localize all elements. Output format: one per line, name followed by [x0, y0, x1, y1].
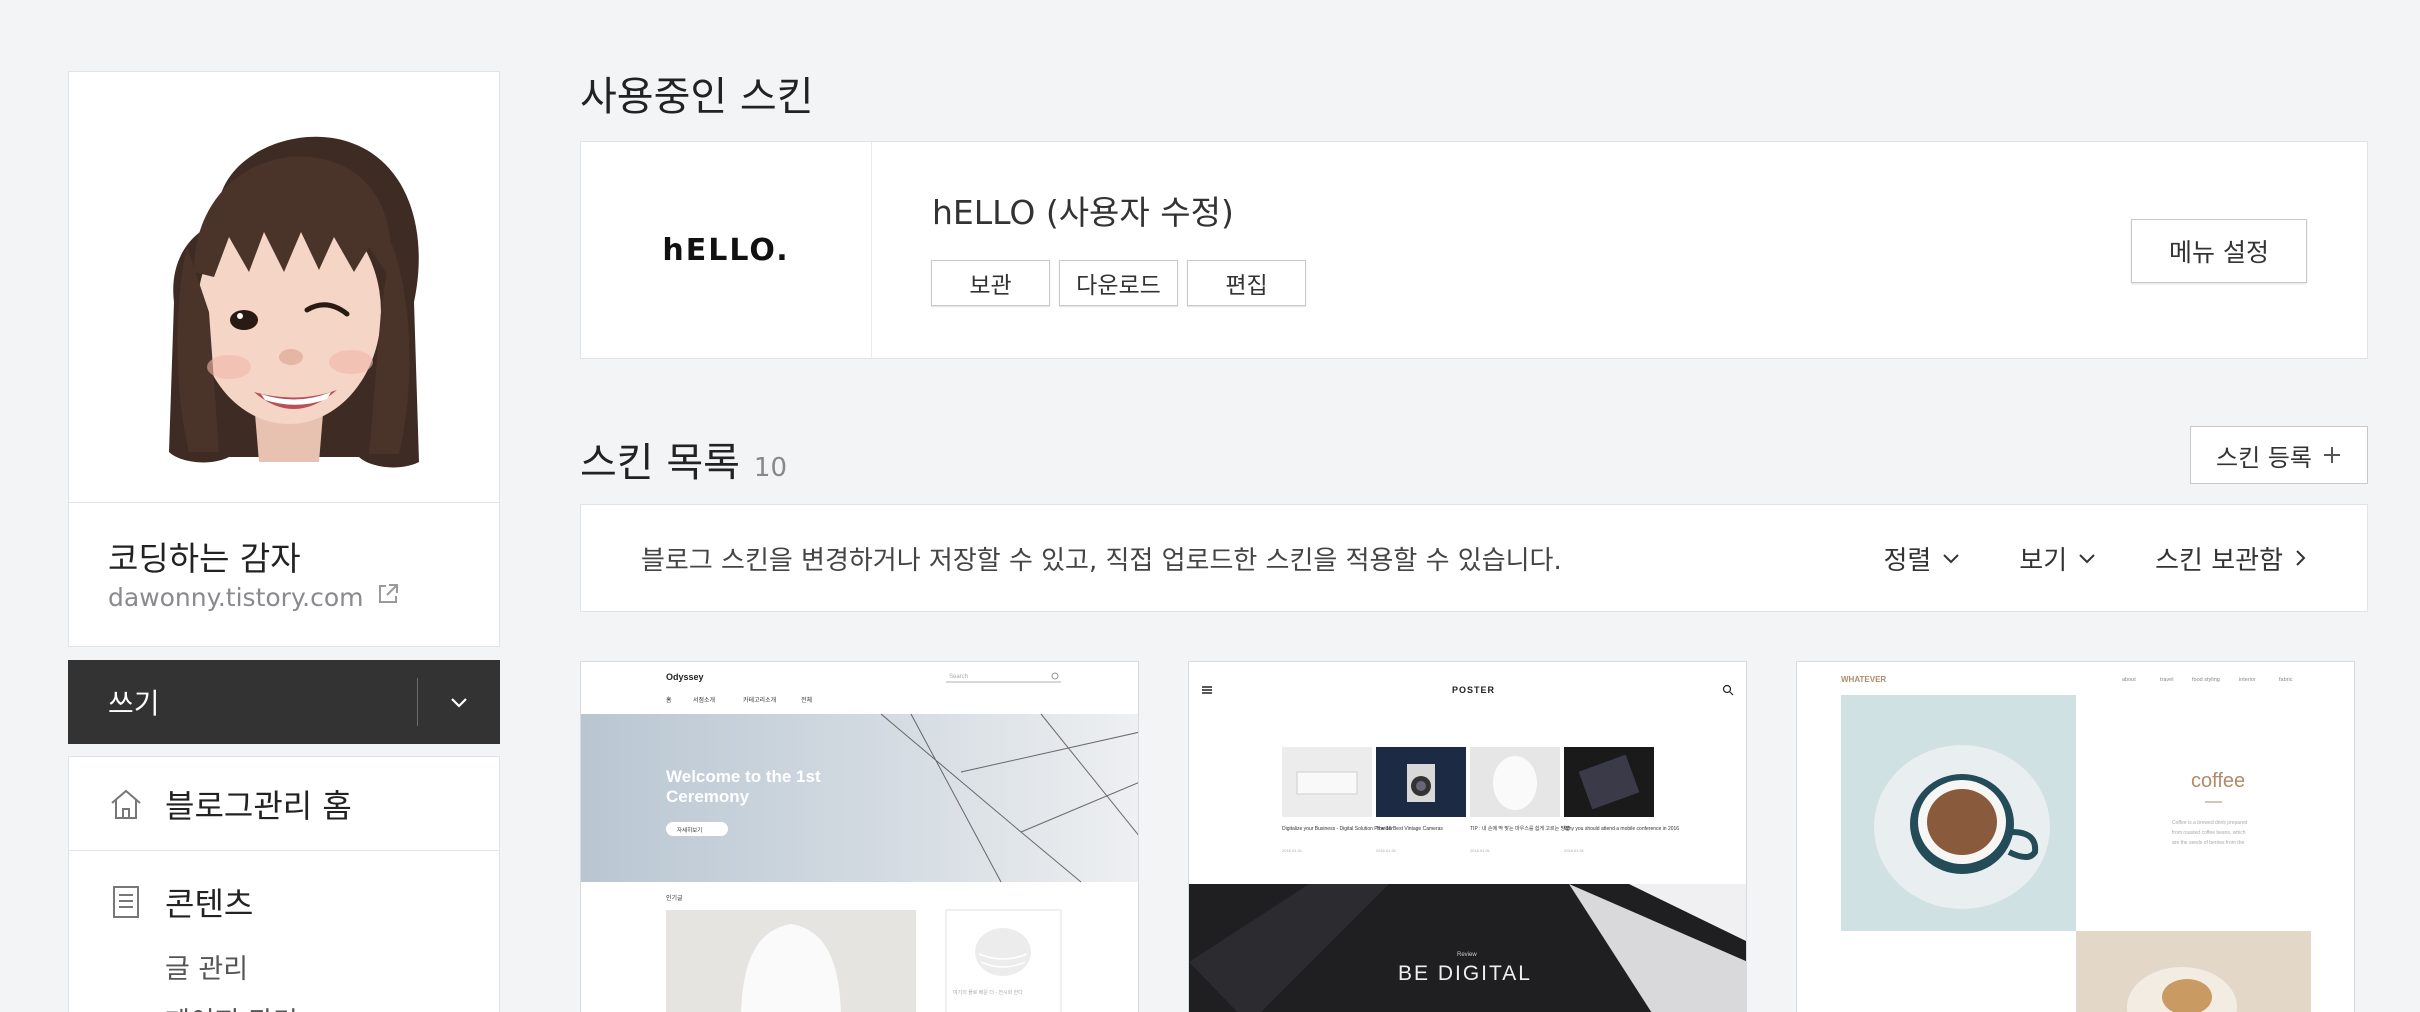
poster-hero-kicker: Review [1457, 952, 1477, 958]
skin-list-description: 블로그 스킨을 변경하거나 저장할 수 있고, 직접 업로드한 스킨을 적용할 … [641, 545, 1562, 576]
blog-url-text: dawonny.tistory.com [108, 582, 364, 612]
poster-caption-3: Why you should attend a mobile conferenc… [1564, 826, 1679, 832]
current-skin-name: hELLO (사용자 수정) [932, 193, 1234, 232]
plus-icon [2323, 447, 2340, 463]
whatever-preview: WHATEVER about travel food styling inter… [1841, 675, 2311, 1012]
skin-list-title: 스킨 목록 [580, 440, 740, 486]
hamburger-icon [1202, 686, 1212, 694]
odyssey-hero-button: 자세히보기 [677, 826, 702, 834]
edit-button[interactable]: 편집 [1187, 260, 1306, 306]
odyssey-hero-line2: Ceremony [666, 787, 750, 806]
skin-list-header: 스킨 목록 10 [580, 430, 787, 488]
skin-thumbnail-whatever[interactable]: WHATEVER about travel food styling inter… [1796, 661, 2355, 1012]
whatever-feature-text-2: are the seeds of berries from the [2172, 840, 2244, 846]
whatever-feature-title: coffee [2191, 770, 2245, 792]
chevron-down-icon [451, 698, 467, 708]
write-button[interactable]: 쓰기 [68, 682, 417, 722]
whatever-feature-text-1: from roasted coffee beans, which [2172, 830, 2246, 836]
write-bar: 쓰기 [68, 660, 500, 744]
blog-url-link[interactable]: dawonny.tistory.com [108, 582, 400, 612]
poster-hero-title: BE DIGITAL [1398, 962, 1532, 985]
write-dropdown-button[interactable] [418, 660, 500, 744]
whatever-nav-0: about [2122, 677, 2136, 683]
whatever-nav-4: fabric [2279, 677, 2293, 683]
archive-button[interactable]: 보관 [931, 260, 1050, 306]
avatar[interactable] [69, 72, 499, 503]
odyssey-card-caption: 여기의 플로 배운 더 - 전시회 한다 [953, 989, 1023, 996]
skin-count: 10 [753, 453, 788, 483]
download-button[interactable]: 다운로드 [1059, 260, 1178, 306]
current-skin-title: 사용중인 스킨 [580, 74, 814, 120]
document-icon [113, 886, 139, 918]
menu-sub-page-management[interactable]: 페이지 관리 [69, 1000, 499, 1012]
home-icon [111, 789, 141, 819]
menu-home-label: 블로그관리 홈 [165, 786, 352, 825]
current-skin-thumbnail: hELLO. [581, 142, 872, 358]
search-icon [1722, 684, 1734, 696]
odyssey-brand: Odyssey [666, 672, 704, 682]
odyssey-nav-3: 전체 [801, 696, 812, 704]
current-skin-card: hELLO. hELLO (사용자 수정) 보관 다운로드 편집 메뉴 설정 [580, 141, 2368, 359]
chevron-down-icon [1943, 554, 1959, 564]
odyssey-search: Search [949, 674, 968, 680]
menu-content-label: 콘텐츠 [165, 885, 254, 923]
search-icon [1051, 672, 1059, 680]
poster-date-0: 2016.01.01 [1282, 848, 1303, 853]
register-skin-label: 스킨 등록 [2216, 443, 2312, 472]
memoji-avatar-image [169, 136, 419, 468]
odyssey-hero-line1: Welcome to the 1st [666, 767, 821, 786]
odyssey-nav-0: 홈 [666, 696, 672, 704]
register-skin-button[interactable]: 스킨 등록 [2190, 426, 2368, 484]
current-skin-logo: hELLO. [662, 232, 790, 268]
poster-preview: POSTER Digitalize your Business - Digita… [1189, 684, 1746, 1012]
whatever-feature-text-0: Coffee is a brewed drink prepared [2172, 820, 2247, 826]
poster-date-1: 2016.01.01 [1376, 848, 1397, 853]
menu-setting-button[interactable]: 메뉴 설정 [2131, 219, 2307, 283]
poster-caption-1: The 16 Best Vintage Cameras [1376, 826, 1443, 832]
current-skin-actions: 보관 다운로드 편집 [931, 260, 1306, 306]
whatever-nav-3: interior [2239, 677, 2256, 683]
sort-label: 정렬 [1883, 545, 1932, 576]
poster-caption-2: TIP : 내 손에 딱 맞는 마우스를 쉽게 고르는 방법 [1470, 825, 1570, 832]
menu-sub-post-management[interactable]: 글 관리 [69, 947, 499, 986]
whatever-nav-1: travel [2160, 677, 2173, 683]
chevron-down-icon [2079, 554, 2095, 564]
whatever-brand: WHATEVER [1841, 675, 1886, 684]
whatever-nav-2: food styling [2192, 677, 2220, 683]
view-label: 보기 [2019, 545, 2068, 576]
external-link-icon [376, 582, 400, 612]
poster-date-2: 2016.01.01 [1470, 848, 1491, 853]
menu-item-content[interactable]: 콘텐츠 [69, 851, 499, 925]
poster-brand: POSTER [1452, 685, 1495, 695]
profile-card: 코딩하는 감자 dawonny.tistory.com [68, 71, 500, 647]
odyssey-preview: Odyssey Search 홈 서점소개 카테고리소개 전체 Welcome … [581, 672, 1138, 1012]
sort-dropdown[interactable]: 정렬 [1883, 540, 1961, 577]
skin-archive-label: 스킨 보관함 [2155, 545, 2283, 576]
admin-menu: 블로그관리 홈 콘텐츠 글 관리 페이지 관리 [68, 756, 500, 1012]
skin-thumbnail-poster[interactable]: POSTER Digitalize your Business - Digita… [1188, 661, 1747, 1012]
skin-archive-link[interactable]: 스킨 보관함 [2155, 540, 2307, 577]
skin-list-controls: 정렬 보기 스킨 보관함 [1883, 540, 2367, 577]
view-dropdown[interactable]: 보기 [2019, 540, 2097, 577]
odyssey-nav-2: 카테고리소개 [743, 696, 776, 704]
blog-name: 코딩하는 감자 [108, 539, 301, 578]
skin-thumbnail-odyssey[interactable]: Odyssey Search 홈 서점소개 카테고리소개 전체 Welcome … [580, 661, 1139, 1012]
odyssey-nav-1: 서점소개 [693, 696, 715, 704]
skin-list-info-bar: 블로그 스킨을 변경하거나 저장할 수 있고, 직접 업로드한 스킨을 적용할 … [580, 504, 2368, 612]
chevron-right-icon [2296, 550, 2306, 566]
odyssey-section-label: 인기글 [666, 894, 683, 902]
menu-item-home[interactable]: 블로그관리 홈 [69, 757, 499, 851]
poster-date-3: 2016.01.01 [1564, 848, 1585, 853]
